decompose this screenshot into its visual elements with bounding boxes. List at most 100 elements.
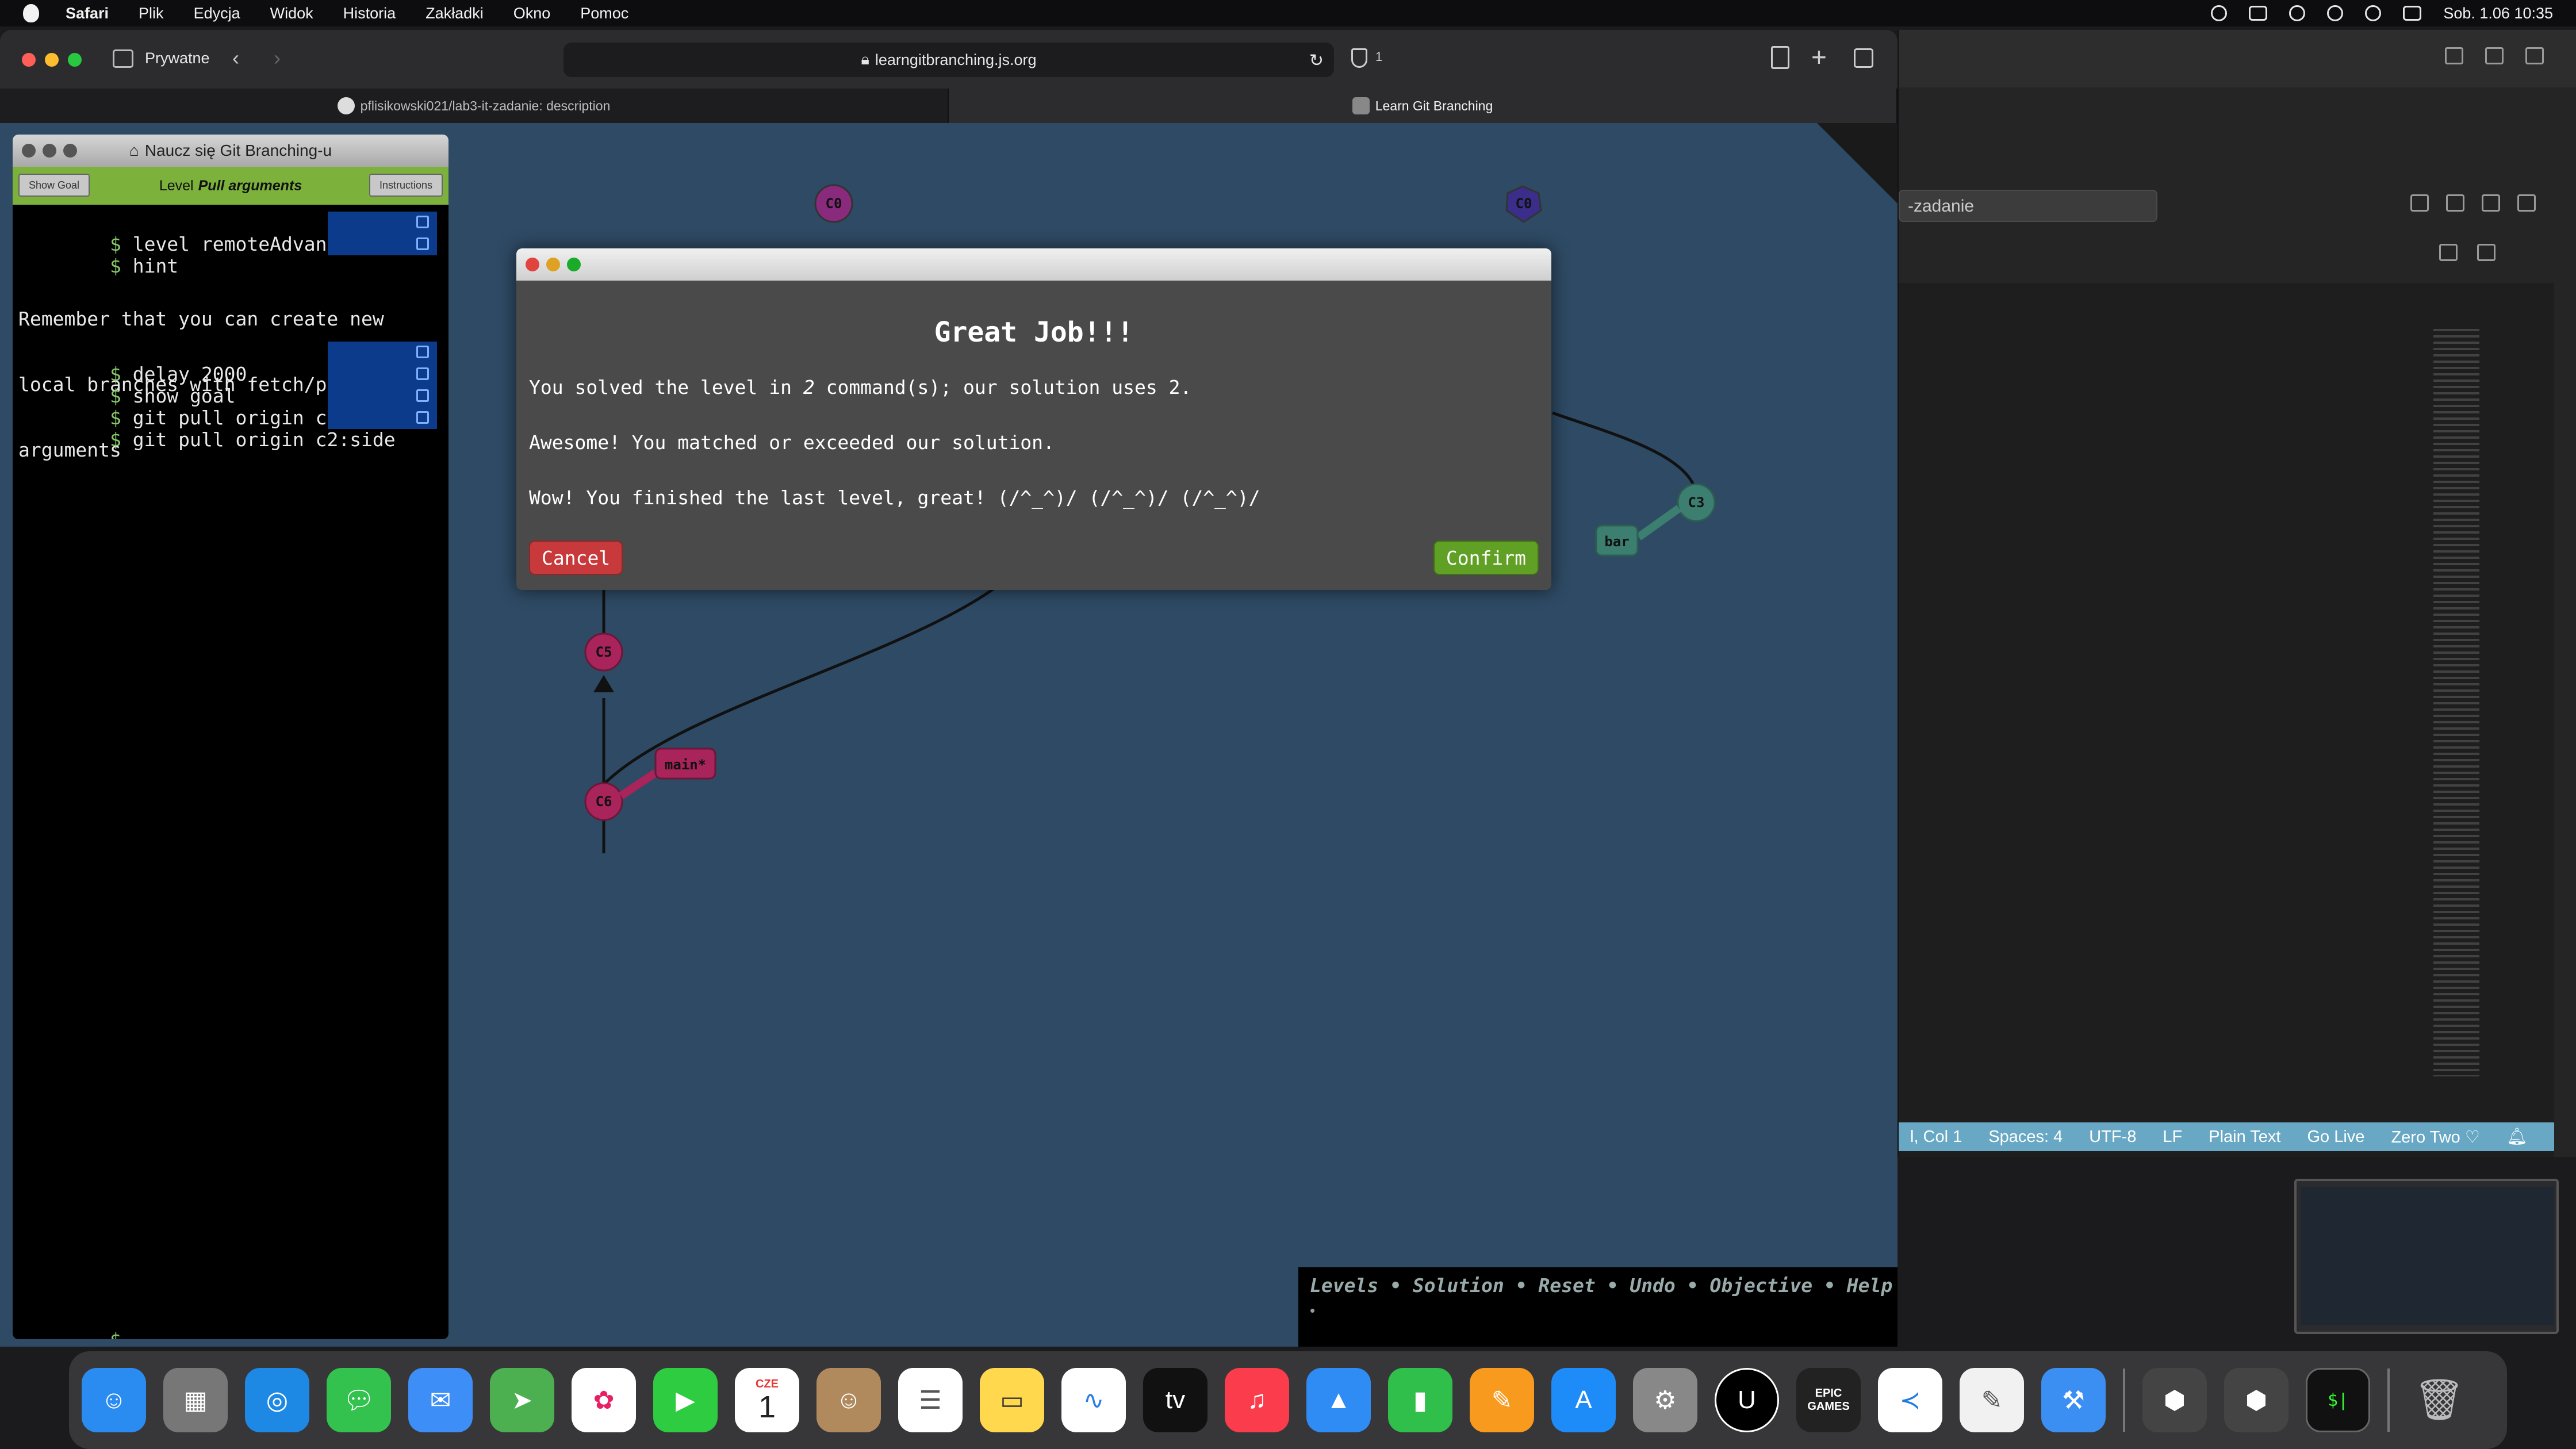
menu-widok[interactable]: Widok [270, 5, 313, 22]
unity-hub-icon[interactable]: ⬢ [2142, 1368, 2207, 1432]
app-store-icon[interactable]: A [1551, 1368, 1616, 1432]
control-center-icon[interactable] [2403, 6, 2422, 21]
menu-plik[interactable]: Plik [139, 5, 164, 22]
forward-icon[interactable]: › [274, 46, 281, 70]
instructions-button[interactable]: Instructions [369, 174, 443, 197]
textedit-icon[interactable]: ✎ [1960, 1368, 2024, 1432]
completed-indicator [328, 385, 437, 407]
terminal-icon[interactable]: $| [2306, 1368, 2370, 1432]
zoom-window-button[interactable] [68, 53, 82, 67]
mail-icon[interactable]: ✉ [408, 1368, 473, 1432]
launchpad-icon[interactable]: ▦ [163, 1368, 228, 1432]
screen-record-icon[interactable] [2249, 6, 2268, 21]
contacts-icon[interactable]: ☺ [816, 1368, 881, 1432]
branch-label-main: main* [665, 757, 706, 773]
show-goal-button[interactable]: Show Goal [18, 174, 90, 197]
reminders-icon[interactable]: ☰ [898, 1368, 963, 1432]
minimize-window-button[interactable] [45, 53, 59, 67]
command-input[interactable]: $ [18, 1308, 121, 1340]
new-tab-icon[interactable] [2485, 47, 2504, 64]
new-tab-icon[interactable]: + [1811, 41, 1827, 72]
menu-historia[interactable]: Historia [343, 5, 396, 22]
url-text[interactable]: learngitbranching.js.org [875, 51, 1037, 69]
maps-icon[interactable]: ➤ [490, 1368, 554, 1432]
system-settings-icon[interactable]: ⚙ [1633, 1368, 1697, 1432]
check-icon [416, 237, 429, 250]
freeform-icon[interactable]: ∿ [1061, 1368, 1126, 1432]
tabs-overview-icon[interactable] [2525, 47, 2544, 64]
share-icon[interactable] [1771, 46, 1789, 69]
command-links[interactable]: Levels • Solution • Reset • Undo • Objec… [1310, 1274, 1892, 1297]
status-encoding[interactable]: UTF-8 [2089, 1128, 2136, 1147]
apple-tv-icon[interactable]: tv [1143, 1368, 1208, 1432]
mute-icon[interactable] [2289, 5, 2306, 21]
share-icon[interactable] [2445, 47, 2463, 64]
reload-icon[interactable]: ↻ [1309, 51, 1324, 71]
creative-cloud-icon[interactable] [2211, 5, 2228, 21]
toggle-sidebar-icon[interactable] [2410, 194, 2429, 212]
finder-icon[interactable]: ☺ [82, 1368, 146, 1432]
xcode-icon[interactable]: ⚒ [2041, 1368, 2106, 1432]
photos-icon[interactable]: ✿ [572, 1368, 636, 1432]
close-window-button[interactable] [22, 53, 36, 67]
toggle-panel-icon[interactable] [2446, 194, 2464, 212]
status-cursor[interactable]: l, Col 1 [1910, 1128, 1962, 1147]
back-icon[interactable]: ‹ [232, 46, 239, 70]
trash-icon[interactable]: 🗑︎ [2407, 1368, 2471, 1432]
unreal-engine-icon[interactable]: U [1715, 1368, 1779, 1432]
menu-zakladki[interactable]: Zakładki [425, 5, 484, 22]
dialog-maximize-button[interactable] [567, 258, 581, 271]
menu-okno[interactable]: Okno [513, 5, 551, 22]
corner-ribbon[interactable] [1817, 123, 1897, 204]
calendar-day: 1 [758, 1389, 776, 1424]
status-theme[interactable]: Zero Two ♡ [2391, 1127, 2479, 1147]
vscode-search-field[interactable]: -zadanie [1899, 190, 2157, 222]
menu-pomoc[interactable]: Pomoc [580, 5, 628, 22]
facetime-icon[interactable]: ▶ [653, 1368, 718, 1432]
panel-minimize-button[interactable] [43, 144, 56, 158]
cancel-button[interactable]: Cancel [529, 540, 623, 575]
sidebar-toggle-icon[interactable] [113, 49, 133, 68]
privacy-shield-icon[interactable] [1351, 48, 1367, 68]
messages-icon[interactable]: 💬︎ [327, 1368, 391, 1432]
status-spaces[interactable]: Spaces: 4 [1988, 1128, 2063, 1147]
bell-icon[interactable]: 🔔︎ [2506, 1127, 2528, 1147]
menu-datetime[interactable]: Sob. 1.06 10:35 [2443, 5, 2553, 22]
confirm-button[interactable]: Confirm [1433, 540, 1539, 575]
calendar-icon[interactable]: CZE 1 [735, 1368, 799, 1432]
vscode-editor[interactable] [1899, 283, 2554, 1157]
customize-layout-icon[interactable] [2517, 194, 2536, 212]
search-icon[interactable] [2365, 5, 2382, 21]
tab-github[interactable]: pflisikowski021/lab3-it-zadanie: descrip… [0, 89, 949, 123]
panel-close-button[interactable] [22, 144, 36, 158]
minimap[interactable] [2433, 329, 2479, 1076]
split-editor-icon[interactable] [2477, 244, 2496, 261]
dialog-minimize-button[interactable] [546, 258, 560, 271]
wifi-off-icon[interactable] [2327, 5, 2344, 21]
tab-overview-icon[interactable] [1854, 48, 1873, 68]
epic-games-icon[interactable]: EPIC GAMES [1796, 1368, 1861, 1432]
menu-safari[interactable]: Safari [66, 5, 109, 22]
dialog-close-button[interactable] [526, 258, 539, 271]
safari-icon[interactable]: ◎ [245, 1368, 309, 1432]
window-thumbnail[interactable] [2294, 1179, 2559, 1334]
compare-changes-icon[interactable] [2439, 244, 2458, 261]
status-eol[interactable]: LF [2163, 1128, 2182, 1147]
pages-icon[interactable]: ✎ [1470, 1368, 1534, 1432]
toggle-secondary-sidebar-icon[interactable] [2482, 194, 2500, 212]
url-bar[interactable]: 🔒︎ learngitbranching.js.org ↻ [564, 43, 1334, 77]
status-language[interactable]: Plain Text [2209, 1128, 2280, 1147]
keynote-icon[interactable]: ▲ [1306, 1368, 1371, 1432]
check-icon [416, 389, 429, 402]
music-icon[interactable]: ♫ [1225, 1368, 1289, 1432]
tab-learn-git-branching[interactable]: Learn Git Branching [949, 89, 1897, 123]
safari-window: Prywatne ‹ › 🔒︎ learngitbranching.js.org… [0, 30, 1897, 1347]
apple-icon[interactable] [23, 4, 39, 22]
vscode-icon[interactable]: ≺ [1878, 1368, 1942, 1432]
status-go-live[interactable]: Go Live [2307, 1128, 2364, 1147]
numbers-icon[interactable]: ▮ [1388, 1368, 1452, 1432]
menu-edycja[interactable]: Edycja [194, 5, 240, 22]
panel-maximize-button[interactable] [63, 144, 77, 158]
unity-icon[interactable]: ⬢ [2224, 1368, 2288, 1432]
notes-icon[interactable]: ▭ [980, 1368, 1044, 1432]
